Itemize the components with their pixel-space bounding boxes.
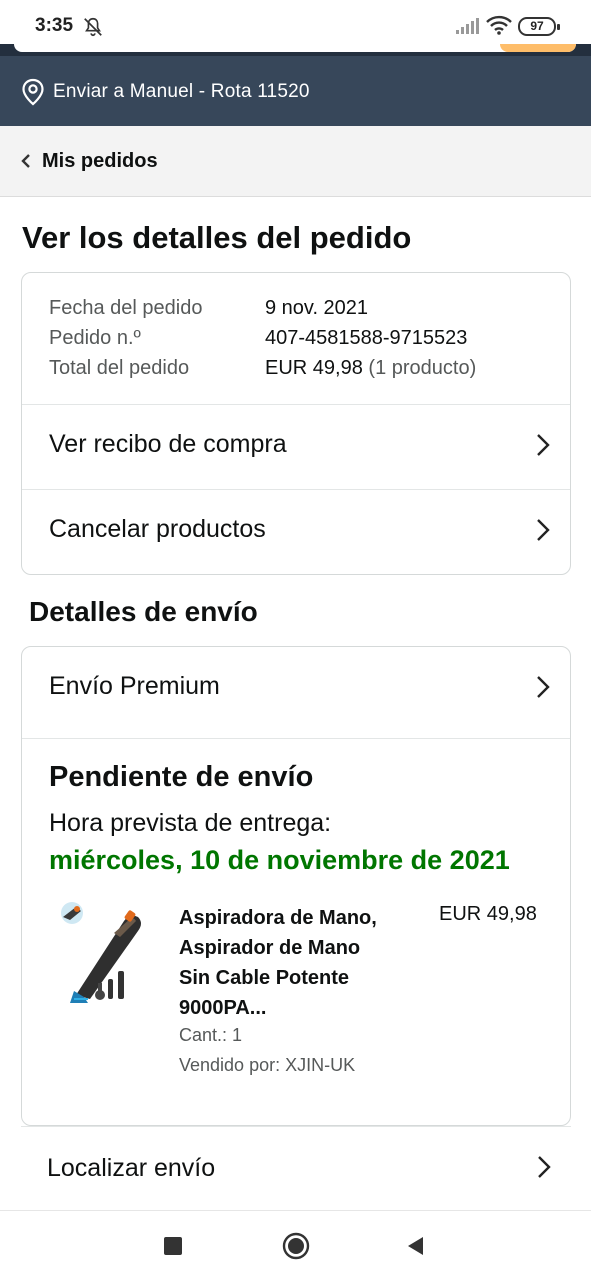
page-title: Ver los detalles del pedido bbox=[22, 220, 412, 255]
eta-date: miércoles, 10 de noviembre de 2021 bbox=[49, 845, 510, 875]
product-quantity: Cant.: 1 bbox=[179, 1025, 243, 1045]
order-total-amount: EUR 49,98 bbox=[265, 357, 363, 379]
breadcrumb-label[interactable]: Mis pedidos bbox=[42, 150, 158, 173]
shipping-method-link[interactable]: Envío Premium bbox=[22, 647, 570, 731]
chevron-right-icon bbox=[537, 519, 550, 541]
chevron-right-icon bbox=[537, 434, 550, 456]
location-pin-icon bbox=[22, 78, 44, 106]
status-time: 3:35 bbox=[35, 15, 74, 36]
wifi-icon bbox=[486, 15, 512, 35]
breadcrumb[interactable]: Mis pedidos bbox=[0, 126, 591, 197]
product-title[interactable]: Aspiradora de Mano, Aspirador de Mano Si… bbox=[179, 903, 414, 1023]
product-title-line: Sin Cable Potente bbox=[179, 967, 350, 989]
order-number-value: 407-4581588-9715523 bbox=[265, 327, 468, 349]
shipping-method-label: Envío Premium bbox=[49, 672, 220, 700]
order-date-label: Fecha del pedido bbox=[49, 297, 203, 319]
product-seller: Vendido por: XJIN-UK bbox=[179, 1055, 356, 1075]
deliver-to-text: Enviar a Manuel - Rota 11520 bbox=[53, 81, 310, 102]
product-price: EUR 49,98 bbox=[439, 903, 537, 925]
order-total-label: Total del pedido bbox=[49, 357, 190, 379]
order-summary-card: Fecha del pedido 9 nov. 2021 Pedido n.º … bbox=[21, 272, 571, 575]
system-nav-bar bbox=[0, 1210, 591, 1280]
chevron-right-icon bbox=[537, 676, 550, 698]
order-total-count: (1 producto) bbox=[368, 357, 477, 379]
order-number-label: Pedido n.º bbox=[49, 327, 141, 349]
product-title-line: Aspirador de Mano bbox=[179, 937, 361, 959]
signal-icon bbox=[456, 18, 479, 34]
order-total-value: EUR 49,98 (1 producto) bbox=[265, 357, 476, 380]
bell-off-icon bbox=[84, 17, 102, 37]
product-image[interactable] bbox=[54, 899, 150, 1007]
nav-recents-icon[interactable] bbox=[164, 1237, 182, 1255]
cancel-products-link[interactable]: Cancelar productos bbox=[22, 490, 570, 574]
search-button-remnant[interactable] bbox=[500, 44, 576, 52]
deliver-to-bar[interactable]: Enviar a Manuel - Rota 11520 bbox=[0, 56, 591, 126]
cancel-products-label: Cancelar productos bbox=[49, 515, 266, 543]
track-shipment-label: Localizar envío bbox=[47, 1154, 216, 1182]
chevron-left-icon bbox=[21, 154, 30, 168]
chevron-right-icon bbox=[538, 1156, 551, 1178]
shipping-section-title: Detalles de envío bbox=[29, 596, 258, 627]
nav-back-icon[interactable] bbox=[405, 1235, 427, 1257]
shipping-card: Envío Premium Pendiente de envío Hora pr… bbox=[21, 646, 571, 1126]
track-shipment-link[interactable]: Localizar envío bbox=[21, 1126, 571, 1210]
product-title-line: Aspiradora de Mano, bbox=[179, 907, 377, 929]
divider bbox=[22, 738, 570, 739]
order-date-value: 9 nov. 2021 bbox=[265, 297, 369, 319]
product-title-line: 9000PA... bbox=[179, 997, 267, 1019]
shipment-status: Pendiente de envío bbox=[49, 761, 314, 793]
nav-home-icon[interactable] bbox=[282, 1232, 310, 1260]
search-bar-remnant[interactable] bbox=[14, 40, 576, 52]
eta-label: Hora prevista de entrega: bbox=[49, 809, 332, 837]
view-receipt-label: Ver recibo de compra bbox=[49, 430, 287, 458]
view-receipt-link[interactable]: Ver recibo de compra bbox=[22, 405, 570, 489]
battery-icon: 97 bbox=[518, 17, 560, 36]
